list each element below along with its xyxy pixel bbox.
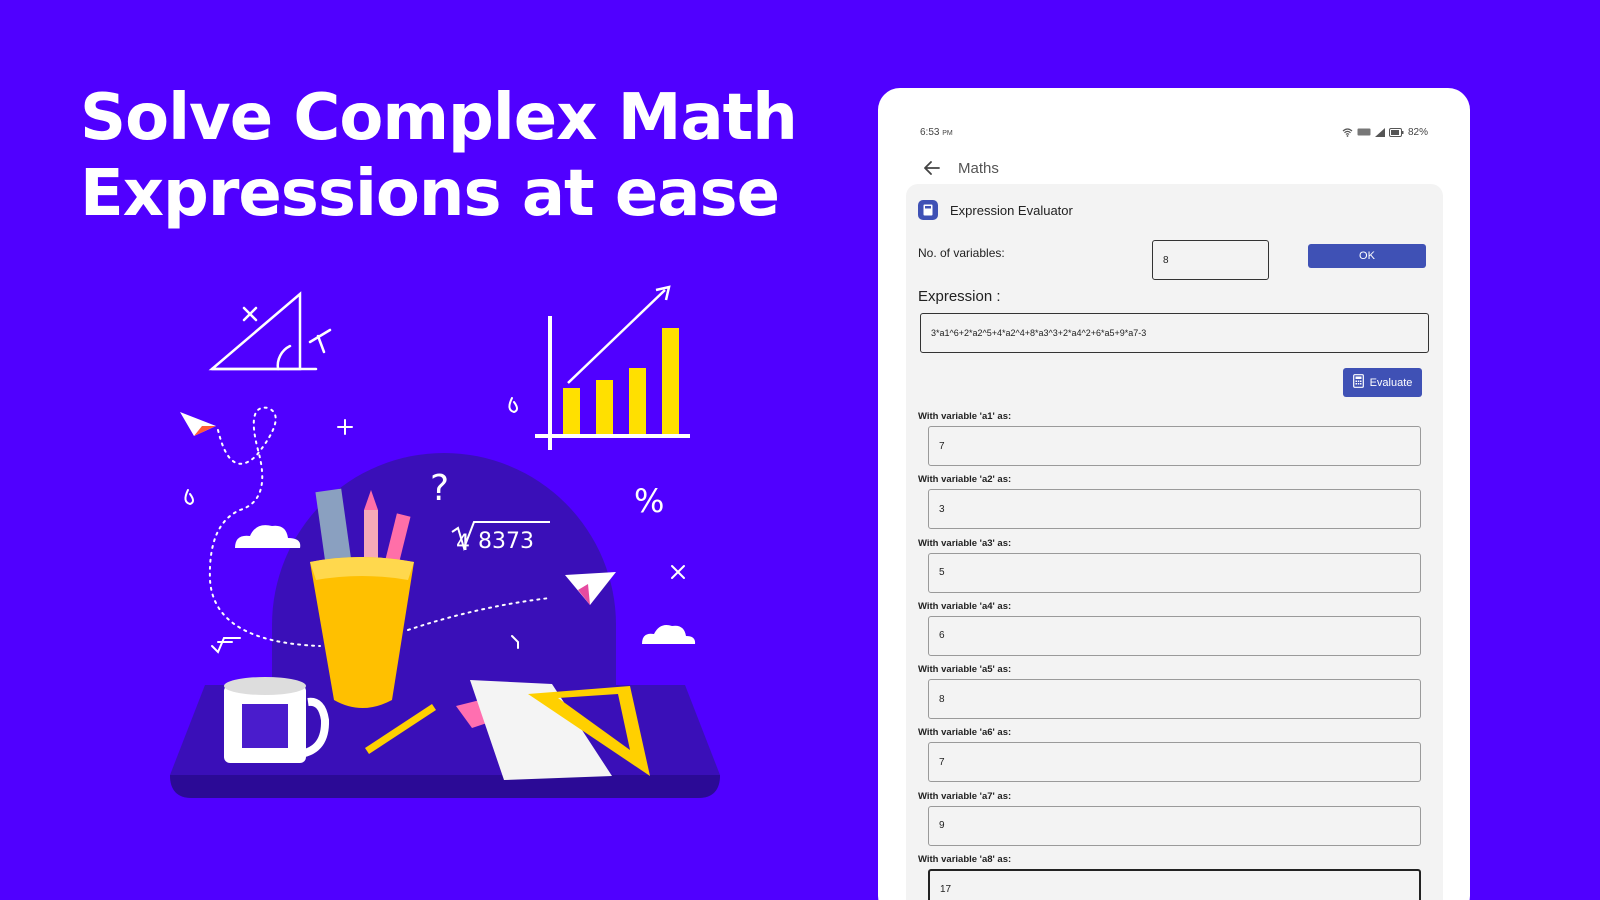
variable-label: With variable 'a1' as: <box>918 411 1012 422</box>
variable-list: With variable 'a1' as: With variable 'a2… <box>918 410 1428 900</box>
root-number: 8373 <box>478 529 534 554</box>
variable-label: With variable 'a6' as: <box>918 727 1012 739</box>
variable-row-a4: With variable 'a4' as: <box>918 600 1428 663</box>
ok-button[interactable]: OK <box>1308 244 1426 268</box>
status-bar: 6:53 PM 82% <box>920 124 1428 140</box>
variable-row-a6: With variable 'a6' as: <box>918 726 1428 789</box>
signal-icon <box>1374 127 1385 137</box>
evaluate-button[interactable]: Evaluate <box>1343 368 1422 397</box>
expression-input[interactable] <box>920 313 1429 353</box>
sim-icon <box>1357 128 1371 136</box>
expression-label: Expression : <box>918 288 1001 305</box>
card-title: Expression Evaluator <box>950 202 1073 218</box>
variable-count-label: No. of variables: <box>918 246 1005 260</box>
cloud-left <box>235 525 301 548</box>
wifi-icon <box>1342 127 1353 137</box>
calculator-icon <box>1352 374 1364 391</box>
battery-icon <box>1388 127 1404 137</box>
card-header: Expression Evaluator <box>918 200 1073 220</box>
variable-row-a3: With variable 'a3' as: <box>918 537 1428 600</box>
question-mark: ? <box>430 468 449 509</box>
variable-label: With variable 'a4' as: <box>918 600 1012 612</box>
variable-input-a7[interactable] <box>928 805 1421 846</box>
variable-label: With variable 'a8' as: <box>918 854 1012 866</box>
evaluate-label: Evaluate <box>1369 376 1413 389</box>
variable-input-a8[interactable] <box>928 869 1421 900</box>
calculator-icon <box>918 200 938 220</box>
variable-label: With variable 'a5' as: <box>918 664 1012 676</box>
variable-label: With variable 'a7' as: <box>918 790 1012 802</box>
variable-input-a5[interactable] <box>928 679 1421 720</box>
headline-line-2: Expressions at ease <box>80 157 780 231</box>
variable-row-a7: With variable 'a7' as: <box>918 790 1428 853</box>
arrow-left-icon[interactable] <box>920 156 944 180</box>
desk-edge <box>170 775 720 798</box>
battery-percent: 82% <box>1407 126 1428 138</box>
variable-input-a3[interactable] <box>928 552 1421 593</box>
tablet-screen: 6:53 PM 82% Maths Expression Evaluator N… <box>878 88 1470 900</box>
variable-label: With variable 'a3' as: <box>918 537 1012 549</box>
variable-input-a4[interactable] <box>928 615 1421 656</box>
variable-input-a6[interactable] <box>928 742 1421 783</box>
variable-row-a2: With variable 'a2' as: <box>918 473 1428 536</box>
variable-label: With variable 'a2' as: <box>918 474 1012 486</box>
expression-evaluator-card: Expression Evaluator No. of variables: O… <box>906 184 1443 900</box>
variable-input-a2[interactable] <box>928 489 1421 530</box>
cloud-right <box>642 625 696 644</box>
variable-row-a8: With variable 'a8' as: <box>918 853 1428 900</box>
bar-chart-drawing <box>535 285 690 450</box>
headline-line-1: Solve Complex Math <box>80 81 798 155</box>
status-icons: 82% <box>1342 127 1428 138</box>
app-title: Maths <box>958 159 999 177</box>
variable-row-a1: With variable 'a1' as: <box>918 410 1428 473</box>
headline: Solve Complex Math Expressions at ease <box>80 80 798 232</box>
variable-row-a5: With variable 'a5' as: <box>918 663 1428 726</box>
status-time: 6:53 PM <box>920 126 953 138</box>
percent-symbol: % <box>634 482 664 520</box>
triangle-drawing <box>208 291 332 371</box>
variable-count-input[interactable] <box>1152 240 1269 280</box>
variable-input-a1[interactable] <box>928 426 1421 466</box>
math-illustration: % ? 4 8373 <box>170 285 720 798</box>
app-bar: Maths <box>920 150 999 186</box>
